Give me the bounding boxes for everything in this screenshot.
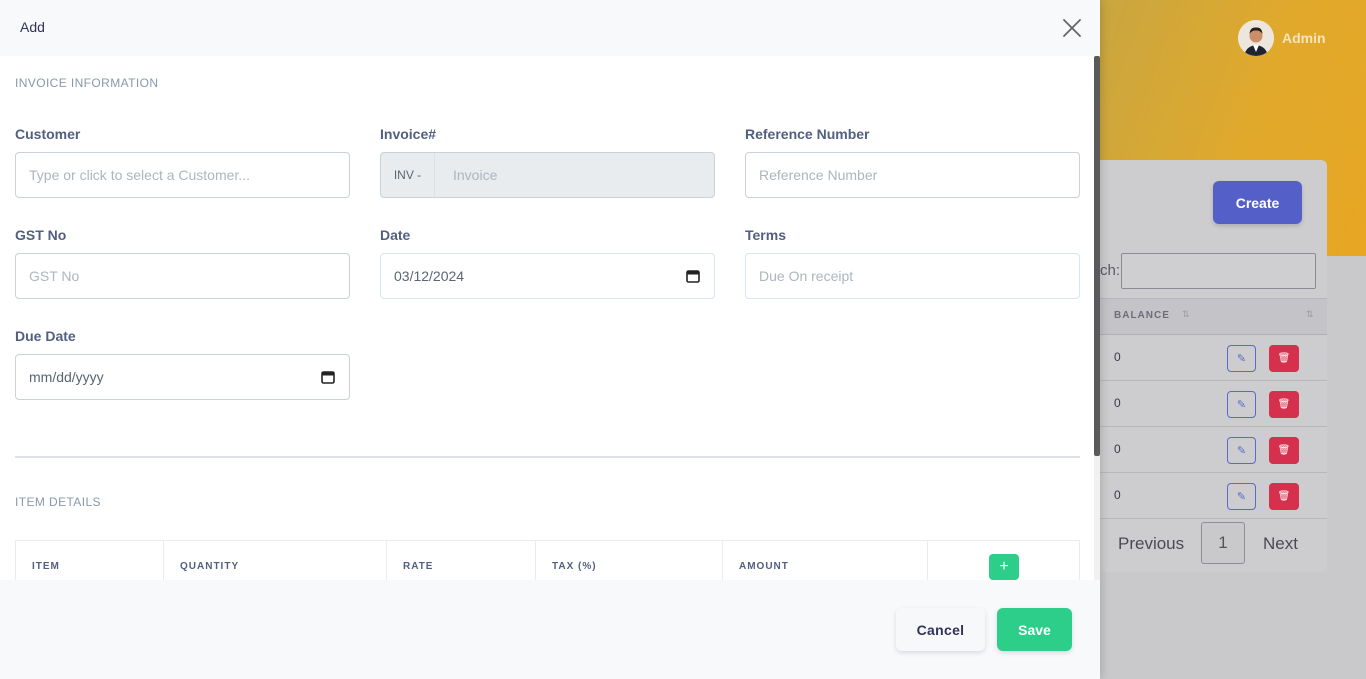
modal-title: Add (20, 19, 45, 35)
close-icon (1063, 19, 1081, 37)
calendar-icon[interactable] (686, 269, 700, 283)
delete-button[interactable]: 🗑 (1269, 345, 1299, 372)
edit-button[interactable]: ✎ (1227, 391, 1256, 418)
invoice-number-label: Invoice# (380, 126, 437, 142)
pencil-icon: ✎ (1236, 399, 1247, 411)
trash-icon: 🗑 (1277, 399, 1291, 410)
reference-placeholder: Reference Number (759, 167, 878, 183)
user-menu[interactable]: Admin (1238, 20, 1326, 56)
customer-input[interactable]: Type or click to select a Customer... (15, 152, 350, 198)
search-label: ch: (1100, 262, 1121, 279)
scrollbar-thumb[interactable] (1094, 56, 1100, 456)
terms-label: Terms (745, 227, 786, 243)
sort-icon[interactable]: ⇅ (1306, 309, 1314, 320)
balance-cell: 0 (1114, 442, 1121, 456)
pencil-icon: ✎ (1236, 491, 1247, 503)
customer-label: Customer (15, 126, 81, 142)
balance-cell: 0 (1114, 488, 1121, 502)
section-title-invoice: INVOICE INFORMATION (15, 76, 159, 90)
reference-number-label: Reference Number (745, 126, 870, 142)
page-number-button[interactable]: 1 (1201, 522, 1245, 564)
calendar-icon[interactable] (321, 370, 335, 384)
invoice-number-field[interactable]: INV - Invoice (380, 152, 715, 198)
column-header-item: ITEM (16, 541, 164, 580)
modal-footer: Cancel Save (0, 580, 1100, 679)
customer-placeholder: Type or click to select a Customer... (29, 167, 250, 183)
modal-header: Add (0, 0, 1100, 56)
column-header-quantity: QUANTITY (164, 541, 387, 580)
user-name[interactable]: Admin (1282, 30, 1326, 46)
search-input[interactable] (1121, 253, 1316, 289)
cancel-button[interactable]: Cancel (896, 608, 985, 651)
delete-button[interactable]: 🗑 (1269, 391, 1299, 418)
pagination: Previous 1 Next (1100, 520, 1327, 566)
reference-number-input[interactable]: Reference Number (745, 152, 1080, 198)
trash-icon: 🗑 (1277, 491, 1291, 502)
delete-button[interactable]: 🗑 (1269, 437, 1299, 464)
modal-scrollbar[interactable] (1094, 56, 1100, 580)
pencil-icon: ✎ (1236, 445, 1247, 457)
edit-button[interactable]: ✎ (1227, 437, 1256, 464)
due-date-placeholder: mm/dd/yyyy (29, 369, 104, 385)
table-row: 0 ✎ 🗑 (1100, 473, 1327, 519)
gst-placeholder: GST No (29, 268, 80, 284)
due-date-label: Due Date (15, 328, 76, 344)
sort-icon[interactable]: ⇅ (1182, 309, 1190, 320)
invoice-placeholder: Invoice (453, 167, 498, 183)
previous-page-button[interactable]: Previous (1118, 534, 1184, 554)
table-row: 0 ✎ 🗑 (1100, 427, 1327, 473)
add-invoice-modal: Add INVOICE INFORMATION Customer Type or… (0, 0, 1100, 679)
trash-icon: 🗑 (1277, 353, 1291, 364)
item-details-table: ITEM QUANTITY RATE TAX (%) AMOUNT + (15, 540, 1080, 580)
add-item-button[interactable]: + (989, 554, 1019, 580)
date-input[interactable]: 03/12/2024 (380, 253, 715, 299)
table-header: BALANCE ⇅ ⇅ (1100, 298, 1327, 335)
invoice-prefix: INV - (381, 153, 435, 197)
divider (15, 456, 1080, 458)
next-page-button[interactable]: Next (1263, 534, 1298, 554)
date-value: 03/12/2024 (394, 268, 465, 284)
table-row: 0 ✎ 🗑 (1100, 381, 1327, 427)
terms-input[interactable]: Due On receipt (745, 253, 1080, 299)
section-title-items: ITEM DETAILS (15, 495, 101, 509)
column-header-tax: TAX (%) (536, 541, 723, 580)
due-date-input[interactable]: mm/dd/yyyy (15, 354, 350, 400)
save-button[interactable]: Save (997, 608, 1072, 651)
balance-cell: 0 (1114, 350, 1121, 364)
terms-value: Due On receipt (759, 268, 854, 284)
gst-input[interactable]: GST No (15, 253, 350, 299)
column-header-rate: RATE (387, 541, 536, 580)
balance-cell: 0 (1114, 396, 1121, 410)
create-button[interactable]: Create (1213, 181, 1302, 224)
trash-icon: 🗑 (1277, 445, 1291, 456)
avatar[interactable] (1238, 20, 1274, 56)
date-label: Date (380, 227, 411, 243)
edit-button[interactable]: ✎ (1227, 345, 1256, 372)
delete-button[interactable]: 🗑 (1269, 483, 1299, 510)
column-header-amount: AMOUNT (723, 541, 928, 580)
pencil-icon: ✎ (1236, 353, 1247, 365)
table-row: 0 ✎ 🗑 (1100, 335, 1327, 381)
modal-body: INVOICE INFORMATION Customer Type or cli… (0, 56, 1100, 580)
close-button[interactable] (1060, 16, 1084, 40)
edit-button[interactable]: ✎ (1227, 483, 1256, 510)
column-header-balance[interactable]: BALANCE (1114, 310, 1170, 321)
gst-label: GST No (15, 227, 67, 243)
